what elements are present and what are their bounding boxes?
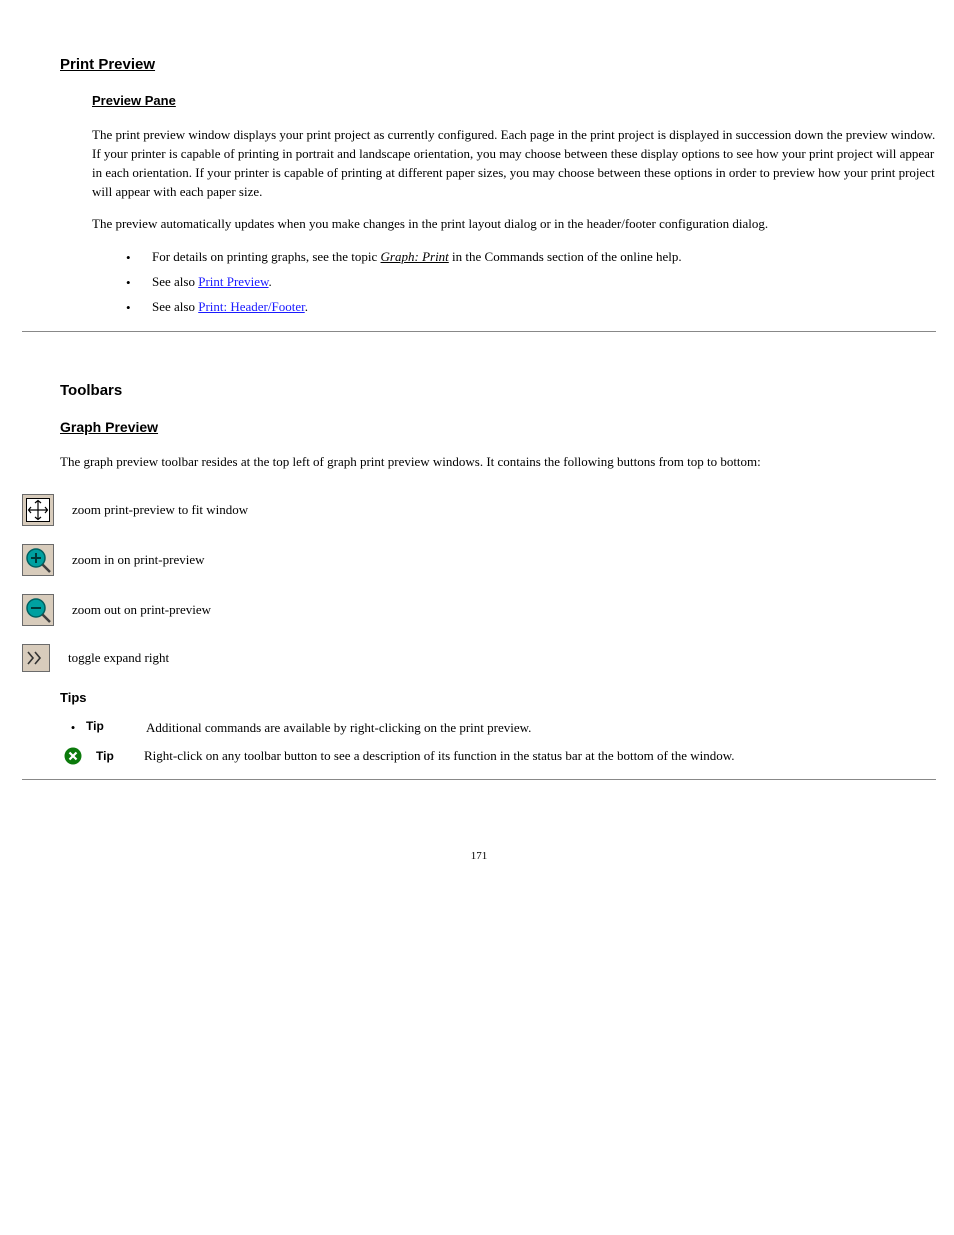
link-print-preview[interactable]: Print Preview xyxy=(198,274,268,289)
close-tip-icon[interactable] xyxy=(60,747,86,765)
toggle-expand-icon[interactable] xyxy=(22,644,50,672)
tip-label: Tip xyxy=(86,719,146,733)
bullet-suffix: . xyxy=(269,274,272,289)
subsection-preview-pane: Preview Pane xyxy=(92,93,936,108)
bullet-suffix: . xyxy=(305,299,308,314)
bullet-item-3: • See also Print: Header/Footer. xyxy=(126,298,936,317)
body-text-block: The print preview window displays your p… xyxy=(92,126,936,234)
link-graph-print[interactable]: Graph: Print xyxy=(381,249,449,264)
bullet-prefix: See also xyxy=(152,299,198,314)
bullet-item-1: • For details on printing graphs, see th… xyxy=(126,248,936,267)
section-title-print-preview: Print Preview xyxy=(60,56,936,73)
zoom-in-icon[interactable] xyxy=(22,544,54,576)
link-print-header-footer[interactable]: Print: Header/Footer xyxy=(198,299,305,314)
tip-text-1: Additional commands are available by rig… xyxy=(146,719,936,737)
divider xyxy=(22,779,936,780)
bullet-prefix: See also xyxy=(152,274,198,289)
divider xyxy=(22,331,936,332)
bullet-prefix: For details on printing graphs, see the … xyxy=(152,249,381,264)
page-number: 171 xyxy=(22,850,936,862)
intro-paragraph: The graph preview toolbar resides at the… xyxy=(60,453,936,472)
tip-label: Tip xyxy=(96,749,144,763)
tip-text-2: Right-click on any toolbar button to see… xyxy=(144,747,936,765)
section-title-toolbars: Toolbars xyxy=(60,382,936,399)
icon-label-zoom-out: zoom out on print-preview xyxy=(72,602,936,618)
paragraph-2: The preview automatically updates when y… xyxy=(92,215,936,234)
paragraph-1: The print preview window displays your p… xyxy=(92,126,936,201)
tips-heading: Tips xyxy=(60,690,936,705)
bullet-dot: • xyxy=(126,298,152,316)
bullet-item-2: • See also Print Preview. xyxy=(126,273,936,292)
bullet-dot: • xyxy=(126,273,152,291)
zoom-out-icon[interactable] xyxy=(22,594,54,626)
icon-label-zoom-fit: zoom print-preview to fit window xyxy=(72,502,936,518)
icon-label-toggle-expand: toggle expand right xyxy=(68,650,936,666)
bullet-suffix: in the Commands section of the online he… xyxy=(449,249,682,264)
bullet-dot: • xyxy=(126,248,152,266)
subsection-graph-preview: Graph Preview xyxy=(60,419,936,435)
bullet-dot: • xyxy=(60,719,86,736)
zoom-to-fit-icon[interactable] xyxy=(22,494,54,526)
icon-label-zoom-in: zoom in on print-preview xyxy=(72,552,936,568)
